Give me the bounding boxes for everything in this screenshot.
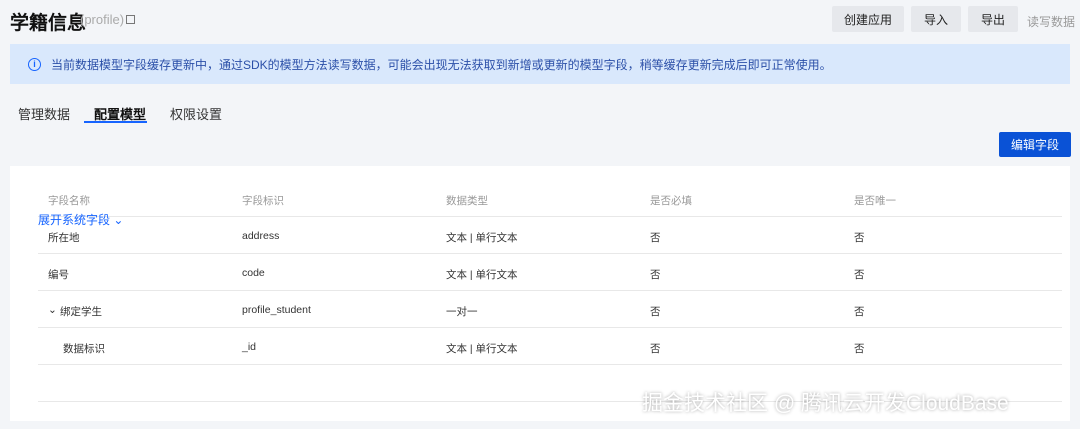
read-write-data-link[interactable]: 读写数据 <box>1027 13 1075 30</box>
cell: 否 <box>650 269 661 281</box>
import-button[interactable]: 导入 <box>911 6 961 32</box>
create-app-button[interactable]: 创建应用 <box>832 6 904 32</box>
cell: profile_student <box>242 304 311 316</box>
col-header: 字段名称 <box>48 195 90 207</box>
expand-text: 展开系统字段 <box>38 213 111 227</box>
cell: 否 <box>854 269 865 281</box>
cell: 所在地 <box>48 232 80 244</box>
table-row[interactable]: 所在地 address 文本 | 单行文本 否 否 <box>38 217 1062 254</box>
cell: 一对一 <box>446 306 478 318</box>
col-header: 数据类型 <box>446 195 488 207</box>
table-header: 字段名称 字段标识 数据类型 是否必填 是否唯一 <box>38 180 1062 217</box>
export-button[interactable]: 导出 <box>968 6 1018 32</box>
cell: 否 <box>650 306 661 318</box>
cell: 编号 <box>48 269 69 281</box>
watermark: 掘金技术社区 @ 腾讯云开发CloudBase <box>642 392 1009 415</box>
fields-table: 字段名称 字段标识 数据类型 是否必填 是否唯一 所在地 address 文本 | … <box>10 166 1070 421</box>
cell: 否 <box>854 232 865 244</box>
table-row[interactable]: 数据标识 _id 文本 | 单行文本 否 否 <box>38 328 1062 365</box>
table-row[interactable]: 编号 code 文本 | 单行文本 否 否 <box>38 254 1062 291</box>
cell: 否 <box>650 232 661 244</box>
cell: address <box>242 230 280 242</box>
cell: 数据标识 <box>63 343 105 355</box>
cell: 绑定学生 <box>60 306 102 318</box>
cell: 否 <box>854 343 865 355</box>
copy-icon[interactable] <box>126 15 136 24</box>
col-header: 是否唯一 <box>854 195 896 207</box>
chevron-down-icon[interactable]: ⌄ <box>48 304 57 316</box>
active-tab-indicator <box>84 121 147 123</box>
table-row[interactable]: ⌄ 绑定学生 profile_student 一对一 否 否 <box>38 291 1062 328</box>
model-id: (profile) <box>80 12 136 27</box>
cell: _id <box>242 341 257 353</box>
cell: code <box>242 267 265 279</box>
cell: 否 <box>854 306 865 318</box>
cell: 文本 | 单行文本 <box>446 232 518 244</box>
cell: 文本 | 单行文本 <box>446 343 518 355</box>
model-id-text: (profile) <box>80 12 125 27</box>
expand-system-fields-link[interactable]: 展开系统字段 ⌄ <box>38 211 123 228</box>
alert-text: 当前数据模型字段缓存更新中，通过SDK的模型方法读写数据，可能会出现无法获取到新… <box>51 57 832 72</box>
info-icon: i <box>28 57 41 71</box>
cell: 否 <box>650 343 661 355</box>
col-header: 字段标识 <box>242 195 284 207</box>
page-title: 学籍信息 <box>10 13 87 34</box>
tab-manage-data[interactable]: 管理数据 <box>18 104 70 123</box>
chevron-down-icon: ⌄ <box>113 213 124 227</box>
col-header: 是否必填 <box>650 195 692 207</box>
info-alert: i 当前数据模型字段缓存更新中，通过SDK的模型方法读写数据，可能会出现无法获取到… <box>10 44 1070 84</box>
tab-permissions[interactable]: 权限设置 <box>170 104 222 123</box>
edit-fields-button[interactable]: 编辑字段 <box>999 132 1071 157</box>
cell: 文本 | 单行文本 <box>446 269 518 281</box>
